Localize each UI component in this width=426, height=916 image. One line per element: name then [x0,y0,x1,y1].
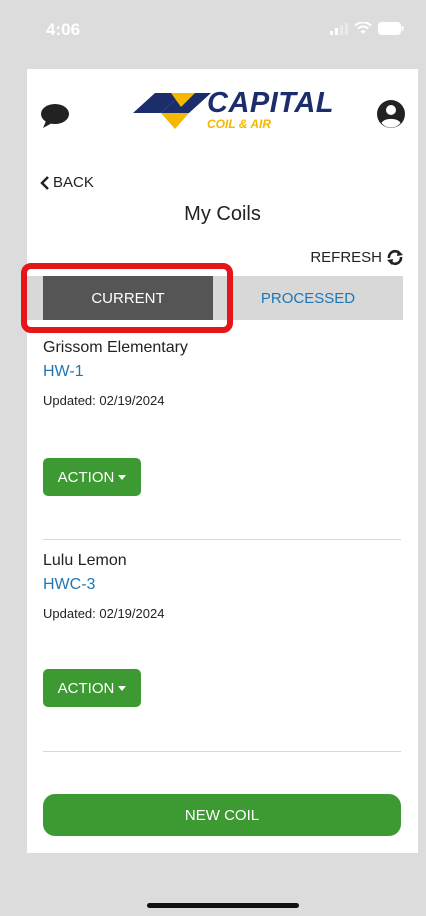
highlight-annotation [21,263,233,333]
coil-id-link[interactable]: HW-1 [43,363,403,381]
chat-bubble-icon [41,104,69,128]
coil-name: Lulu Lemon [43,552,127,569]
new-coil-button[interactable]: NEW COIL [43,794,401,836]
back-label: BACK [53,174,94,191]
list-divider [43,751,401,752]
tab-processed[interactable]: PROCESSED [213,276,403,320]
refresh-icon [387,249,403,266]
action-label: ACTION [57,468,115,486]
status-icons [330,22,404,35]
signal-icon [330,22,348,35]
coil-name: Grissom Elementary [43,339,188,356]
chevron-left-icon [40,175,49,190]
logo-title: CAPITAL [207,87,335,119]
logo-subtitle: COIL & AIR [207,117,272,131]
wifi-icon [354,22,372,34]
chat-button[interactable] [40,103,70,134]
list-divider [43,539,401,540]
list-item: Grissom Elementary HW-1 Updated: 02/19/2… [43,339,403,499]
home-indicator[interactable] [147,903,299,908]
logo-chevron-icon [133,93,211,129]
coil-updated: Updated: 02/19/2024 [43,393,165,408]
user-circle-icon [377,100,405,128]
action-label: ACTION [57,679,115,697]
status-bar: 4:06 [0,0,426,52]
action-button[interactable]: ACTION [43,669,141,707]
coil-id-link[interactable]: HWC-3 [43,576,403,594]
battery-icon [378,22,404,35]
coil-updated: Updated: 02/19/2024 [43,606,165,621]
back-button[interactable]: BACK [40,174,94,191]
list-item: Lulu Lemon HWC-3 Updated: 02/19/2024 ACT… [43,552,403,712]
caret-down-icon [118,686,127,691]
refresh-button[interactable]: REFRESH [310,249,404,266]
caret-down-icon [118,475,127,480]
user-profile-button[interactable] [376,99,406,134]
status-time: 4:06 [46,20,81,39]
capital-coil-logo: CAPITAL COIL & AIR [133,87,334,137]
main-card: CAPITAL COIL & AIR BACK My Coils REFRESH… [21,69,418,853]
action-button[interactable]: ACTION [43,458,141,496]
refresh-label: REFRESH [310,249,382,266]
page-title: My Coils [184,203,261,225]
